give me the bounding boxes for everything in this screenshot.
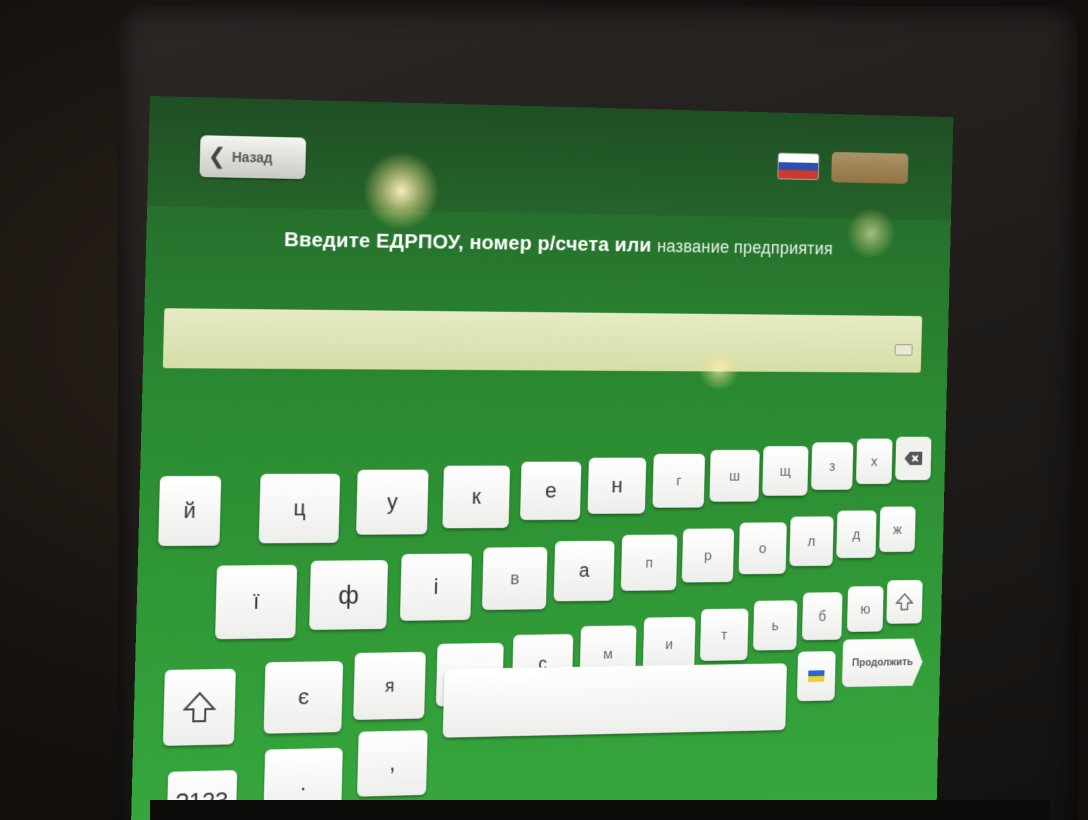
page-title: Введите ЕДРПОУ, номер р/счета или назван… — [284, 228, 933, 261]
key-n[interactable]: н — [587, 457, 647, 514]
key-p[interactable]: п — [620, 534, 678, 591]
key-shch[interactable]: щ — [762, 446, 809, 496]
monitor-bottom-edge — [150, 800, 1050, 820]
shift-key-left[interactable] — [162, 668, 236, 746]
backspace-key[interactable] — [895, 436, 932, 481]
ukraine-flag-icon — [808, 670, 825, 682]
chevron-left-icon: ❮ — [207, 143, 227, 169]
key-l[interactable]: л — [789, 516, 834, 567]
back-button-label: Назад — [231, 148, 273, 166]
russian-flag-icon[interactable] — [777, 152, 820, 181]
space-key[interactable] — [442, 663, 787, 738]
kiosk-photo: ❮ Назад Введите ЕДРПОУ, номер р/счета ил… — [0, 0, 1088, 820]
key-y2[interactable]: и — [642, 616, 696, 672]
key-g[interactable]: г — [652, 453, 706, 508]
key-z[interactable]: з — [811, 442, 854, 490]
continue-button[interactable]: Продолжить — [842, 638, 923, 687]
language-button[interactable] — [831, 151, 909, 184]
key-b[interactable]: б — [801, 592, 843, 641]
back-button[interactable]: ❮ Назад — [199, 135, 307, 180]
key-v[interactable]: в — [481, 547, 548, 611]
key-ye-ukr[interactable]: є — [263, 661, 344, 734]
key-ts[interactable]: ц — [258, 473, 341, 544]
prompt-main: Введите ЕДРПОУ, номер р/счета или — [283, 228, 652, 257]
key-d[interactable]: д — [836, 510, 877, 559]
key-r[interactable]: р — [681, 528, 735, 583]
keyboard-icon — [894, 344, 913, 356]
key-yi[interactable]: ї — [215, 564, 298, 640]
language-selector — [777, 152, 820, 181]
key-comma[interactable]: , — [357, 730, 428, 797]
shift-icon — [895, 592, 913, 611]
key-f[interactable]: ф — [309, 560, 389, 630]
key-yu[interactable]: ю — [846, 586, 884, 632]
key-y[interactable]: й — [158, 475, 222, 547]
language-key[interactable] — [796, 651, 836, 702]
search-input[interactable] — [162, 308, 923, 373]
key-ya[interactable]: я — [353, 651, 426, 720]
kiosk-screen: ❮ Назад Введите ЕДРПОУ, номер р/счета ил… — [130, 96, 954, 820]
key-zh[interactable]: ж — [879, 506, 916, 553]
key-k[interactable]: к — [442, 465, 511, 529]
shift-icon — [182, 691, 216, 724]
key-kh[interactable]: х — [855, 438, 893, 485]
key-sh[interactable]: ш — [709, 449, 760, 502]
key-t[interactable]: т — [699, 608, 749, 661]
key-o[interactable]: о — [738, 522, 787, 575]
key-ye[interactable]: е — [520, 461, 582, 521]
key-soft-sign[interactable]: ь — [752, 600, 798, 651]
light-reflection — [695, 350, 743, 389]
key-u[interactable]: у — [356, 469, 429, 535]
light-reflection — [361, 150, 441, 231]
key-i[interactable]: і — [399, 553, 473, 621]
shift-key-right[interactable] — [886, 579, 923, 624]
prompt-tail: название предприятия — [656, 236, 834, 259]
key-a[interactable]: а — [553, 540, 615, 602]
backspace-icon — [904, 451, 923, 466]
